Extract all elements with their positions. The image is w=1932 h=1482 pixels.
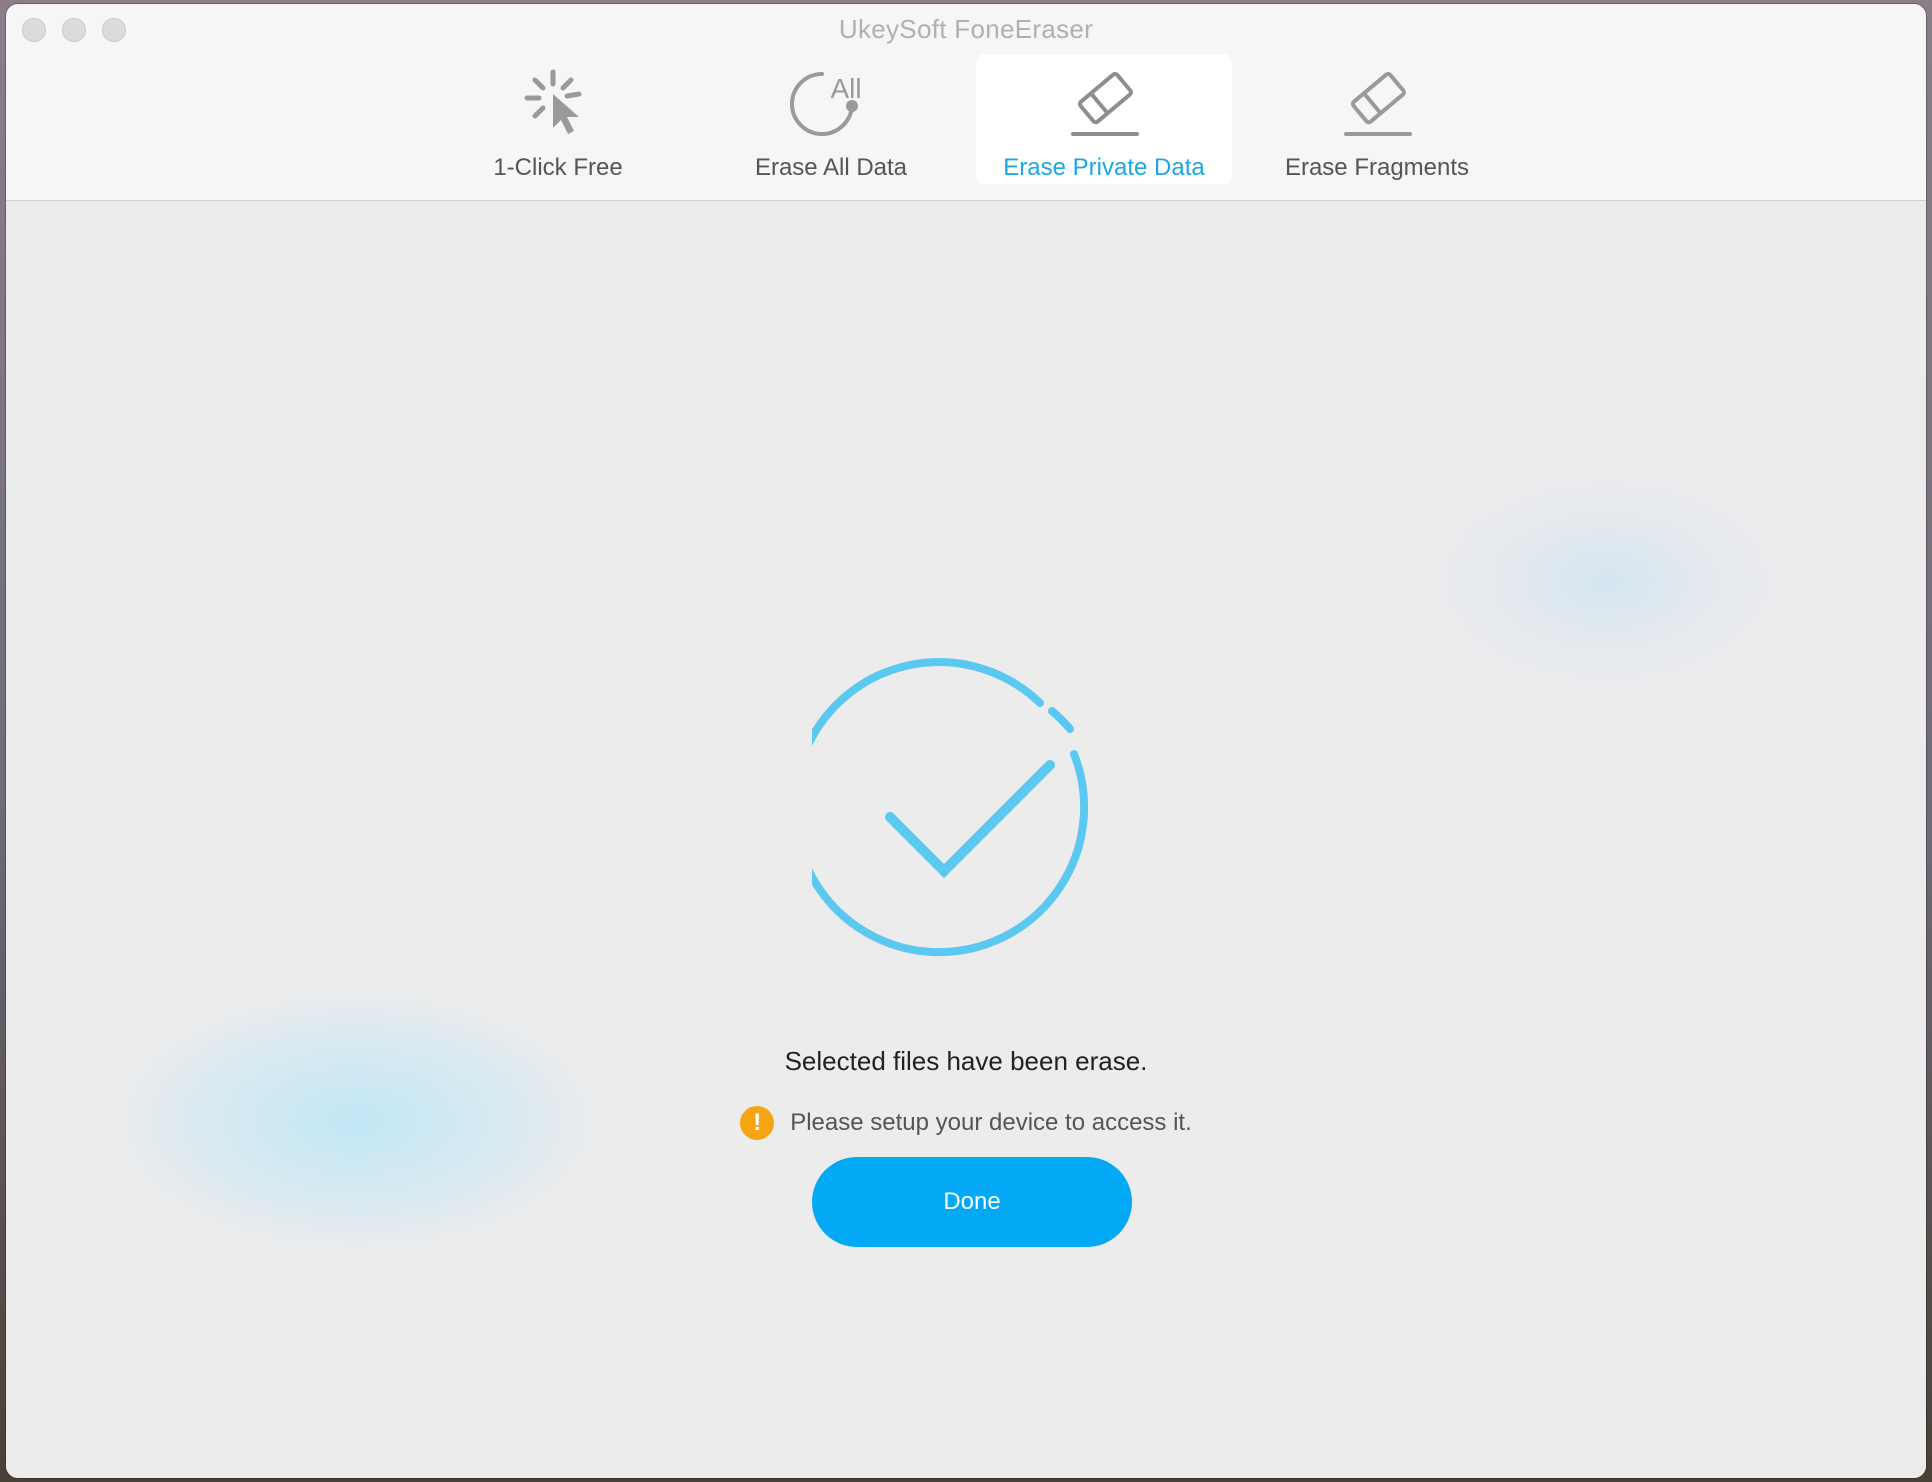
tab-label: 1-Click Free (493, 154, 623, 181)
erase-all-icon: All (790, 72, 862, 136)
tab-erase-private-data[interactable]: Erase Private Data (976, 54, 1232, 184)
result-panel: Selected files have been erase. ! Please… (6, 201, 1926, 1478)
tab-label: Erase All Data (754, 154, 908, 181)
status-message: Selected files have been erase. (784, 1046, 1148, 1076)
background-glow (1426, 471, 1786, 691)
tab-1-click-free[interactable]: 1-Click Free (430, 54, 686, 184)
window-title: UkeySoft FoneEraser (838, 14, 1094, 44)
success-check-icon (812, 658, 1089, 957)
eraser-icon (1071, 71, 1139, 136)
tab-erase-all-data[interactable]: All Erase All Data (703, 54, 959, 184)
eraser-icon (1344, 71, 1412, 136)
done-button[interactable]: Done (812, 1157, 1132, 1247)
warning-row: ! Please setup your device to access it. (6, 1105, 1926, 1141)
tab-erase-fragments[interactable]: Erase Fragments (1249, 54, 1505, 184)
app-window: UkeySoft FoneEraser 1-Click Free All Era… (6, 4, 1926, 1478)
mode-tabs: 1-Click Free All Erase All Data Erase Pr… (6, 54, 1926, 184)
warning-icon: ! (740, 1106, 775, 1140)
tab-label: Erase Fragments (1284, 154, 1470, 181)
warning-text: Please setup your device to access it. (790, 1109, 1192, 1136)
cursor-click-icon (524, 69, 582, 134)
tab-label: Erase Private Data (1003, 154, 1205, 181)
title-bar: UkeySoft FoneEraser 1-Click Free All Era… (6, 4, 1926, 201)
svg-text:All: All (830, 73, 861, 104)
